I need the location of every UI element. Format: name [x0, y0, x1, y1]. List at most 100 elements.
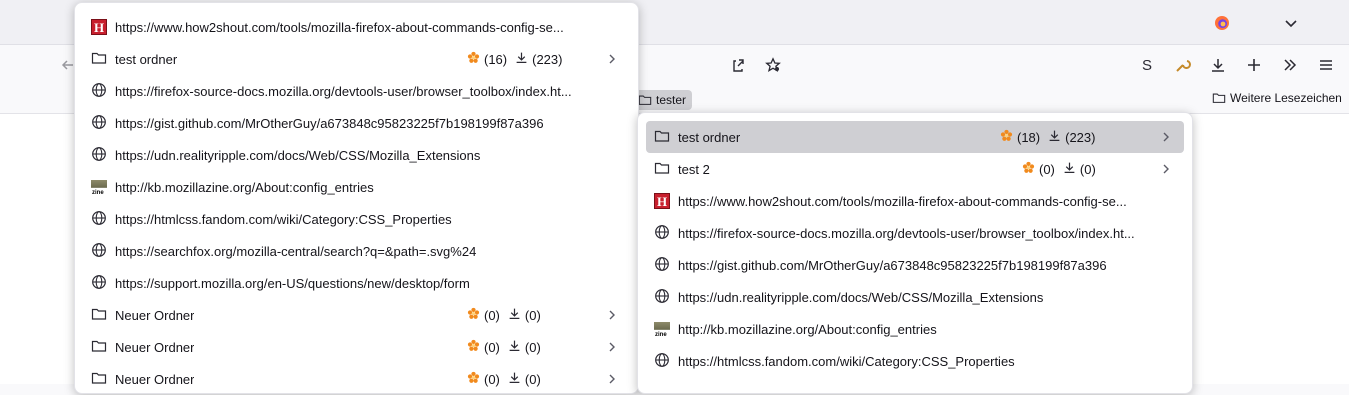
- item-icon: zine: [91, 179, 107, 196]
- share-icon[interactable]: [724, 51, 752, 79]
- menu-link-item[interactable]: https://firefox-source-docs.mozilla.org/…: [83, 75, 630, 107]
- download-count: (223): [532, 51, 563, 67]
- item-icon: [91, 274, 107, 291]
- item-icon: [91, 51, 107, 67]
- folder-stats: (0) (0): [467, 307, 541, 323]
- download-count: (223): [1065, 129, 1096, 145]
- mozillazine-favicon-icon: zine: [654, 322, 670, 338]
- bookmark-folder-menu-level-2: test ordner (18) (223) test 2 (0) (0) Hhttps:/…: [637, 112, 1193, 394]
- menu-link-item[interactable]: https://udn.realityripple.com/docs/Web/C…: [646, 281, 1184, 313]
- submenu-chevron-right-icon: [1160, 131, 1172, 143]
- star-count: (0): [1039, 161, 1055, 177]
- download-arrow-icon: [508, 339, 521, 355]
- star-count: (0): [484, 371, 500, 387]
- overflow-chevrons-icon[interactable]: [1276, 51, 1304, 79]
- menu-link-item[interactable]: Hhttps://www.how2shout.com/tools/mozilla…: [646, 185, 1184, 217]
- item-label: https://udn.realityripple.com/docs/Web/C…: [115, 147, 481, 163]
- bookmark-folder-tester[interactable]: tester: [632, 90, 693, 110]
- item-label: test ordner: [115, 51, 178, 67]
- folder-icon: [654, 160, 670, 179]
- globe-icon: [91, 114, 107, 133]
- menu-link-item[interactable]: zine http://kb.mozillazine.org/About:conf…: [83, 171, 630, 203]
- item-label: test 2: [678, 161, 710, 177]
- item-label: https://htmlcss.fandom.com/wiki/Category…: [115, 211, 452, 227]
- menu-folder-item[interactable]: test ordner (18) (223): [646, 121, 1184, 153]
- item-label: https://firefox-source-docs.mozilla.org/…: [115, 83, 572, 99]
- other-bookmarks-folder[interactable]: Weitere Lesezeichen: [1212, 91, 1342, 105]
- folder-stats: (18) (223): [1000, 129, 1095, 145]
- star-flower-icon: [467, 307, 480, 323]
- star-count: (0): [484, 339, 500, 355]
- folder-stats: (0) (0): [1022, 161, 1096, 177]
- menu-link-item[interactable]: https://firefox-source-docs.mozilla.org/…: [646, 217, 1184, 249]
- menu-link-item[interactable]: https://udn.realityripple.com/docs/Web/C…: [83, 139, 630, 171]
- item-icon: [91, 371, 107, 387]
- menu-link-item[interactable]: https://searchfox.org/mozilla-central/se…: [83, 235, 630, 267]
- star-flower-icon: [1022, 161, 1035, 177]
- mozillazine-favicon-icon: zine: [91, 180, 107, 196]
- globe-icon: [91, 210, 107, 229]
- menu-link-item[interactable]: https://gist.github.com/MrOtherGuy/a6738…: [83, 107, 630, 139]
- star-count: (0): [484, 307, 500, 323]
- submenu-chevron-right-icon: [606, 309, 618, 321]
- item-icon: [654, 161, 670, 177]
- item-icon: zine: [654, 321, 670, 338]
- item-label: https://gist.github.com/MrOtherGuy/a6738…: [115, 115, 544, 131]
- globe-icon: [91, 82, 107, 101]
- menu-folder-item[interactable]: Neuer Ordner (0) (0): [83, 299, 630, 331]
- menu-link-item[interactable]: https://support.mozilla.org/en-US/questi…: [83, 267, 630, 299]
- item-label: https://support.mozilla.org/en-US/questi…: [115, 275, 470, 291]
- star-flower-icon: [467, 339, 480, 355]
- download-arrow-icon: [508, 371, 521, 387]
- star-flower-icon: [467, 371, 480, 387]
- folder-stats: (0) (0): [467, 339, 541, 355]
- item-icon: [654, 352, 670, 369]
- download-arrow-icon: [1048, 129, 1061, 145]
- item-icon: [654, 129, 670, 145]
- menu-folder-item[interactable]: test 2 (0) (0): [646, 153, 1184, 185]
- item-label: test ordner: [678, 129, 741, 145]
- download-count: (0): [524, 371, 541, 387]
- folder-icon: [91, 338, 107, 357]
- folder-icon: [638, 95, 652, 105]
- item-label: Neuer Ordner: [115, 307, 195, 323]
- item-label: http://kb.mozillazine.org/About:config_e…: [678, 321, 937, 337]
- menu-folder-item[interactable]: test ordner (16) (223): [83, 43, 630, 75]
- item-icon: H: [654, 193, 670, 209]
- folder-stats: (0) (0): [467, 371, 541, 387]
- star-count: (16): [484, 51, 508, 67]
- globe-icon: [654, 288, 670, 307]
- item-icon: [91, 82, 107, 101]
- folder-stats: (16) (223): [467, 51, 562, 67]
- firefox-logo-icon[interactable]: [1208, 9, 1236, 37]
- how2shout-favicon-icon: H: [654, 193, 670, 209]
- wrench-icon[interactable]: [1169, 51, 1197, 79]
- menu-link-item[interactable]: https://htmlcss.fandom.com/wiki/Category…: [83, 203, 630, 235]
- bookmark-star-icon[interactable]: [759, 51, 787, 79]
- submenu-chevron-right-icon: [1160, 163, 1172, 175]
- menu-link-item[interactable]: zine http://kb.mozillazine.org/About:conf…: [646, 313, 1184, 345]
- menu-folder-item[interactable]: Neuer Ordner (0) (0): [83, 363, 630, 395]
- menu-link-item[interactable]: https://htmlcss.fandom.com/wiki/Category…: [646, 345, 1184, 377]
- folder-icon: [91, 306, 107, 325]
- item-icon: [91, 242, 107, 259]
- globe-icon: [654, 256, 670, 275]
- folder-icon: [1212, 93, 1226, 103]
- list-all-tabs-chevron-down-icon[interactable]: [1277, 9, 1305, 37]
- item-icon: [654, 288, 670, 307]
- item-label: https://gist.github.com/MrOtherGuy/a6738…: [678, 257, 1107, 273]
- extension-s-button[interactable]: S: [1133, 51, 1161, 79]
- new-tab-plus-icon[interactable]: [1240, 51, 1268, 79]
- downloads-icon[interactable]: [1204, 51, 1232, 79]
- item-icon: [91, 339, 107, 355]
- menu-link-item[interactable]: Hhttps://www.how2shout.com/tools/mozilla…: [83, 11, 630, 43]
- download-arrow-icon: [508, 307, 521, 323]
- bookmark-folder-label: tester: [656, 93, 687, 107]
- menu-folder-item[interactable]: Neuer Ordner (0) (0): [83, 331, 630, 363]
- hamburger-menu-icon[interactable]: [1312, 51, 1340, 79]
- item-label: Neuer Ordner: [115, 371, 195, 387]
- other-bookmarks-label: Weitere Lesezeichen: [1230, 91, 1342, 105]
- star-flower-icon: [467, 51, 480, 67]
- download-count: (0): [524, 307, 541, 323]
- menu-link-item[interactable]: https://gist.github.com/MrOtherGuy/a6738…: [646, 249, 1184, 281]
